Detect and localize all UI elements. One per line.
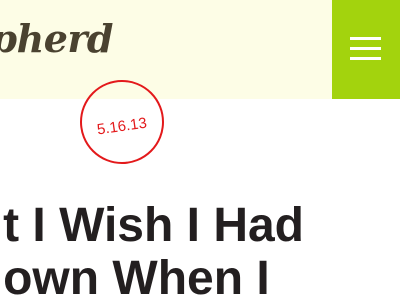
post-date-stamp: 5.16.13 <box>80 80 164 164</box>
page: epherd 5.16.13 t I Wish I Had own When I <box>0 0 400 300</box>
menu-icon-bar <box>350 47 381 50</box>
menu-button[interactable] <box>332 0 400 99</box>
post-title-line: own When I <box>3 252 270 300</box>
menu-icon-bar <box>350 37 381 40</box>
hamburger-menu-icon <box>350 37 381 60</box>
site-title[interactable]: epherd <box>0 20 114 58</box>
post-title-line: t I Wish I Had <box>3 199 304 252</box>
menu-icon-bar <box>350 57 381 60</box>
site-header: epherd <box>0 0 400 99</box>
post-title[interactable]: t I Wish I Had own When I <box>3 199 304 300</box>
post-date: 5.16.13 <box>95 114 148 139</box>
